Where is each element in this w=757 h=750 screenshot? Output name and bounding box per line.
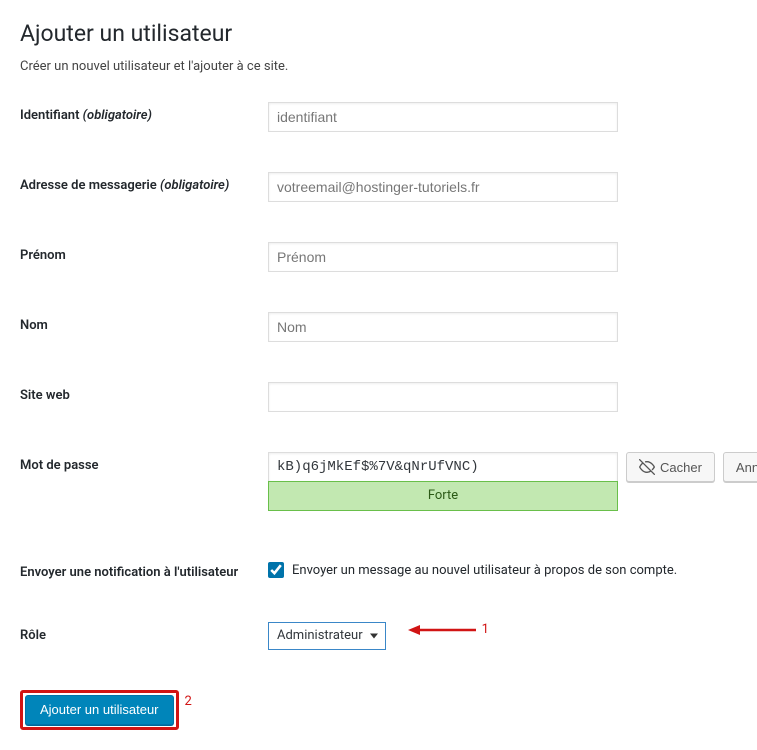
page-title: Ajouter un utilisateur	[20, 20, 737, 47]
label-lastname: Nom	[20, 312, 268, 335]
cancel-password-button[interactable]: Annuler	[723, 452, 757, 482]
role-select[interactable]: Administrateur	[268, 622, 386, 650]
firstname-input[interactable]	[268, 242, 618, 272]
notify-text: Envoyer un message au nouvel utilisateur…	[292, 563, 677, 578]
role-selected-value: Administrateur	[277, 628, 363, 643]
label-email: Adresse de messagerie (obligatoire)	[20, 172, 268, 195]
password-input[interactable]	[268, 452, 618, 482]
website-input[interactable]	[268, 382, 618, 412]
page-subtitle: Créer un nouvel utilisateur et l'ajouter…	[20, 59, 737, 74]
label-firstname: Prénom	[20, 242, 268, 265]
label-role: Rôle	[20, 622, 268, 645]
label-website: Site web	[20, 382, 268, 405]
hide-password-label: Cacher	[660, 460, 702, 475]
label-notify: Envoyer une notification à l'utilisateur	[20, 559, 268, 582]
username-input[interactable]	[268, 102, 618, 132]
annotation-number-2: 2	[185, 694, 192, 709]
lastname-input[interactable]	[268, 312, 618, 342]
add-user-button[interactable]: Ajouter un utilisateur	[25, 695, 174, 725]
eye-off-icon	[639, 459, 655, 475]
label-username: Identifiant (obligatoire)	[20, 102, 268, 125]
password-strength: Forte	[268, 481, 618, 511]
hide-password-button[interactable]: Cacher	[626, 452, 715, 482]
email-input[interactable]	[268, 172, 618, 202]
annotation-arrow-1: 1	[408, 622, 489, 638]
annotation-highlight-2: Ajouter un utilisateur	[20, 690, 179, 730]
notify-checkbox-wrap[interactable]: Envoyer un message au nouvel utilisateur…	[268, 559, 677, 578]
annotation-number-1: 1	[482, 622, 489, 637]
chevron-down-icon	[370, 633, 378, 638]
notify-checkbox[interactable]	[268, 562, 284, 578]
label-password: Mot de passe	[20, 452, 268, 475]
